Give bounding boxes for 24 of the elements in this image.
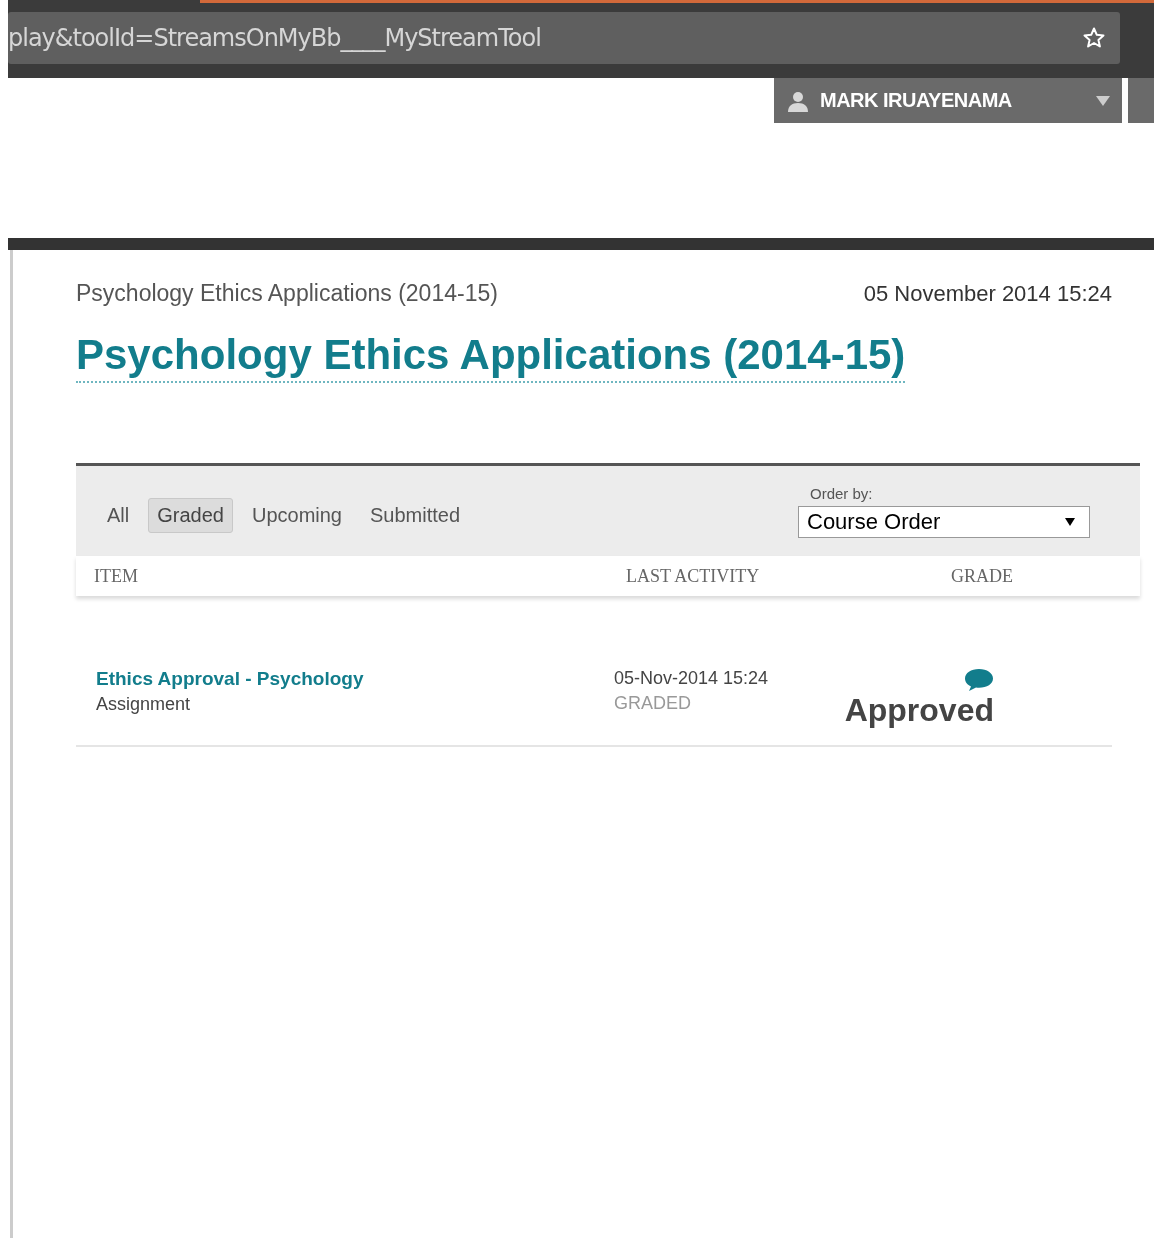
date-text: 05 November 2014 15:24 bbox=[863, 281, 1112, 307]
comment-icon[interactable] bbox=[964, 668, 994, 692]
item-link[interactable]: Ethics Approval - Psychology bbox=[96, 668, 614, 690]
caret-icon bbox=[1065, 517, 1075, 526]
column-header: ITEM bbox=[94, 565, 139, 587]
filter-tab[interactable]: All bbox=[98, 497, 139, 533]
filter-tab[interactable]: Submitted bbox=[361, 497, 470, 533]
course-title-link[interactable]: Psychology Ethics Applications (2014-15) bbox=[76, 331, 906, 383]
order-by-dropdown[interactable]: Course Order bbox=[798, 505, 1090, 538]
url-text: play&toolId=StreamsOnMyBb____MyStreamTool bbox=[8, 24, 541, 52]
status-text: GRADED bbox=[614, 693, 692, 714]
column-header: LAST ACTIVITY bbox=[626, 565, 761, 587]
filter-tab[interactable]: Upcoming bbox=[242, 497, 351, 533]
caret-icon bbox=[1096, 95, 1110, 106]
activity-date: 05-Nov-2014 15:24 bbox=[614, 668, 770, 689]
star-icon[interactable] bbox=[1082, 26, 1106, 50]
breadcrumb: Psychology Ethics Applications (2014-15) bbox=[76, 280, 498, 307]
address-bar[interactable]: play&toolId=StreamsOnMyBb____MyStreamTool bbox=[8, 12, 1120, 64]
column-header: GRADE bbox=[951, 565, 1013, 587]
item-type: Assignment bbox=[96, 694, 192, 715]
filter-tab[interactable]: Graded bbox=[148, 497, 233, 533]
grade-text: Approved bbox=[844, 692, 994, 729]
user-menu-button[interactable]: MARK IRUAYENAMA bbox=[774, 78, 1122, 123]
order-by-label: Order by: bbox=[810, 484, 874, 502]
